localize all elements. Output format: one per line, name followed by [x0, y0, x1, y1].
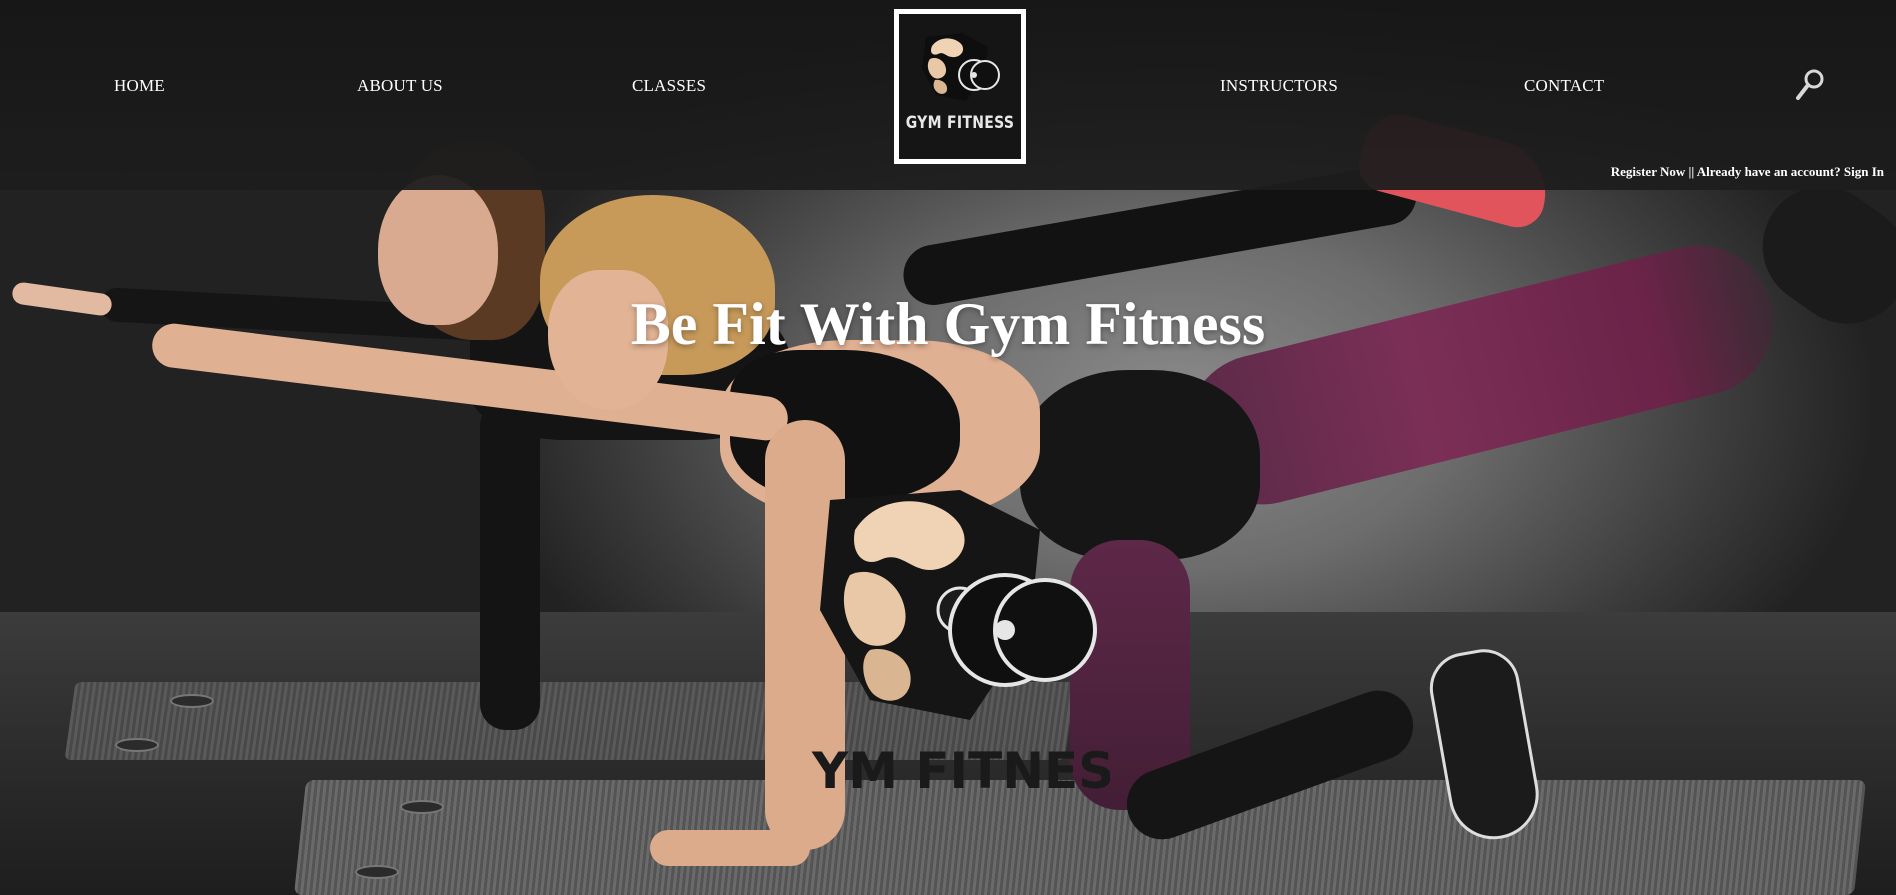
account-links: Register Now || Already have an account?…: [1611, 164, 1884, 180]
nav-home-link[interactable]: HOME: [114, 76, 165, 96]
front-woman-hand: [650, 830, 810, 866]
hero-title: Be Fit With Gym Fitness: [630, 291, 1266, 357]
muscle-arm-dumbbell-icon: GYM FITNESS: [772, 490, 1148, 800]
site-logo[interactable]: GYM FITNESS: [894, 9, 1026, 164]
mat-grommet: [115, 738, 159, 752]
search-icon: [1796, 69, 1824, 100]
logo-text: GYM FITNESS: [905, 113, 1015, 133]
mat-grommet: [355, 865, 399, 879]
nav-about-link[interactable]: ABOUT US: [357, 76, 443, 96]
nav-instructors-link[interactable]: INSTRUCTORS: [1220, 76, 1338, 96]
register-now-link[interactable]: Register Now: [1611, 164, 1686, 179]
nav-classes-link[interactable]: CLASSES: [632, 76, 706, 96]
sign-in-link[interactable]: Already have an account? Sign In: [1697, 164, 1884, 179]
mat-grommet: [170, 694, 214, 708]
front-woman-raised-leg: [1170, 229, 1790, 521]
account-separator: ||: [1685, 164, 1697, 179]
back-woman-support-arm: [480, 400, 540, 730]
search-button[interactable]: [1793, 68, 1827, 102]
muscle-arm-dumbbell-icon: [922, 33, 1000, 101]
hero-logo-watermark: GYM FITNESS: [772, 470, 1148, 810]
mat-grommet: [400, 800, 444, 814]
hero-logo-text: GYM FITNESS: [810, 742, 1110, 800]
nav-contact-link[interactable]: CONTACT: [1524, 76, 1604, 96]
